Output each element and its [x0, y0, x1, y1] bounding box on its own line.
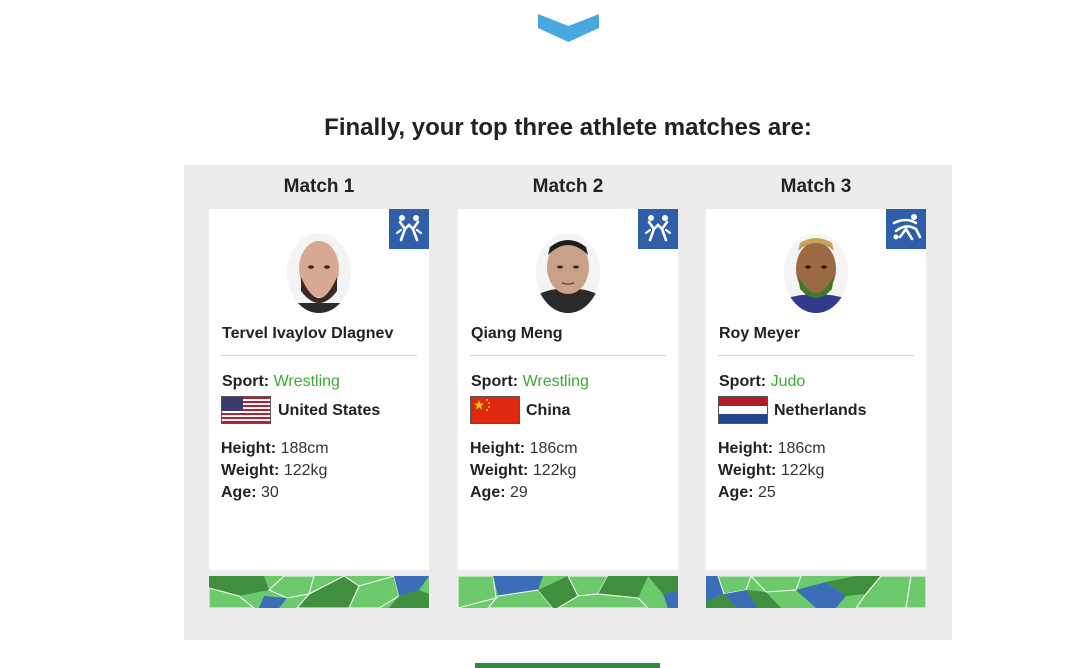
height-label: Height:	[221, 440, 277, 457]
wrestling-icon	[638, 209, 678, 249]
weight-stat: Weight: 122kg	[470, 462, 576, 480]
country-name: United States	[278, 402, 381, 419]
sport-link[interactable]: Judo	[771, 373, 806, 390]
match-title: Match 3	[780, 176, 852, 197]
mosaic-pattern	[209, 576, 429, 608]
country-name: Netherlands	[774, 402, 867, 419]
chevron-down-icon[interactable]	[538, 14, 599, 42]
weight-value: 122kg	[780, 462, 825, 479]
athlete-name: Tervel Ivaylov Dlagnev	[222, 325, 394, 342]
age-stat: Age: 29	[470, 484, 528, 502]
age-value: 29	[510, 484, 528, 501]
china-flag-icon	[470, 396, 520, 424]
age-label: Age:	[718, 484, 754, 501]
athlete-card[interactable]: Tervel Ivaylov Dlagnev Sport: Wrestling	[209, 209, 429, 570]
height-label: Height:	[718, 440, 774, 457]
height-value: 186cm	[529, 440, 578, 457]
sport-link[interactable]: Wrestling	[523, 373, 589, 390]
next-button[interactable]	[475, 663, 660, 668]
age-label: Age:	[470, 484, 506, 501]
sport-label: Sport:	[222, 373, 270, 390]
divider	[470, 355, 666, 356]
page-title: Finally, your top three athlete matches …	[324, 114, 812, 141]
sport-line: Sport: Wrestling	[471, 373, 589, 391]
athlete-card[interactable]: Roy Meyer Sport: Judo Netherlands Height…	[706, 209, 926, 570]
weight-stat: Weight: 122kg	[221, 462, 327, 480]
avatar	[287, 233, 351, 313]
sport-link[interactable]: Wrestling	[274, 373, 340, 390]
netherlands-flag-icon	[718, 396, 768, 424]
athlete-name: Qiang Meng	[471, 325, 563, 342]
weight-label: Weight:	[718, 462, 777, 479]
judo-icon	[886, 209, 926, 249]
sport-label: Sport:	[471, 373, 519, 390]
mosaic-pattern	[706, 576, 926, 608]
sport-line: Sport: Judo	[719, 373, 805, 391]
age-stat: Age: 30	[221, 484, 279, 502]
height-label: Height:	[470, 440, 526, 457]
sport-line: Sport: Wrestling	[222, 373, 340, 391]
athlete-card[interactable]: Qiang Meng Sport: Wrestling China Height…	[458, 209, 678, 570]
age-value: 25	[758, 484, 776, 501]
height-stat: Height: 188cm	[221, 440, 329, 458]
match-title: Match 2	[532, 176, 604, 197]
weight-label: Weight:	[470, 462, 529, 479]
avatar	[784, 233, 848, 313]
matches-panel: Match 1 Tervel Ivaylov Dlagnev Sport: Wr…	[184, 165, 952, 640]
match-title: Match 1	[283, 176, 355, 197]
sport-label: Sport:	[719, 373, 767, 390]
height-stat: Height: 186cm	[718, 440, 826, 458]
athlete-name: Roy Meyer	[719, 325, 800, 342]
age-label: Age:	[221, 484, 257, 501]
weight-value: 122kg	[283, 462, 328, 479]
height-stat: Height: 186cm	[470, 440, 578, 458]
weight-stat: Weight: 122kg	[718, 462, 824, 480]
avatar	[536, 233, 600, 313]
wrestling-icon	[389, 209, 429, 249]
country-name: China	[526, 402, 571, 419]
height-value: 188cm	[280, 440, 329, 457]
divider	[221, 355, 417, 356]
weight-label: Weight:	[221, 462, 280, 479]
mosaic-pattern	[458, 576, 678, 608]
us-flag-icon	[221, 396, 271, 424]
divider	[718, 355, 914, 356]
weight-value: 122kg	[532, 462, 577, 479]
age-value: 30	[261, 484, 279, 501]
age-stat: Age: 25	[718, 484, 776, 502]
height-value: 186cm	[777, 440, 826, 457]
